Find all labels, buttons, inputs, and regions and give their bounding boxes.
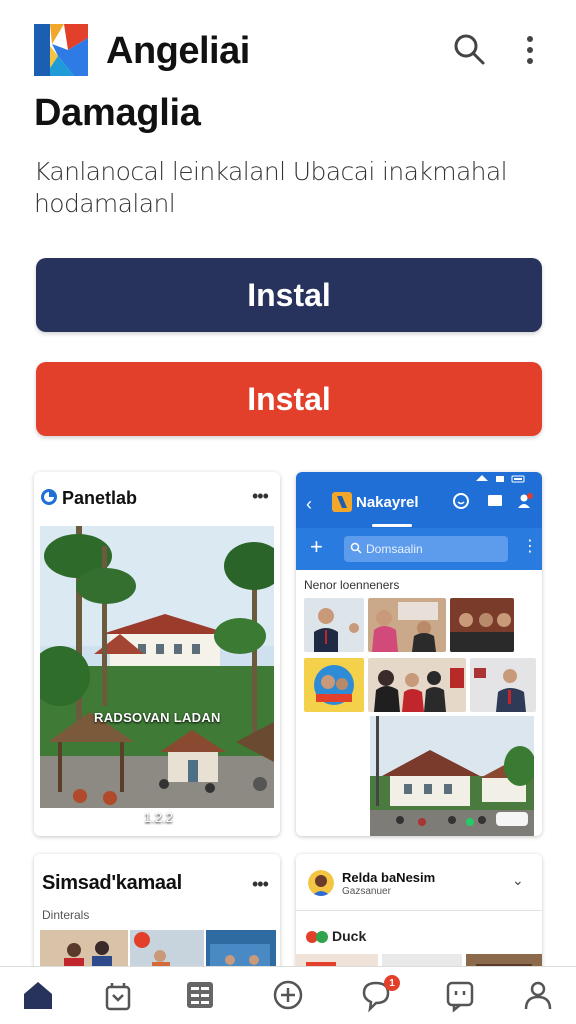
app-mark-icon — [41, 489, 57, 505]
status-icons — [476, 475, 525, 483]
home-icon[interactable] — [20, 977, 56, 1013]
resort-photo — [40, 526, 274, 808]
add-button[interactable]: + — [310, 536, 323, 558]
card-d-label: Duck — [332, 928, 367, 944]
card-c-subtitle: Dinterals — [42, 908, 90, 922]
photo-tile[interactable] — [368, 658, 466, 712]
avatar — [308, 870, 334, 896]
photo-tile[interactable] — [304, 598, 364, 652]
profile-icon[interactable] — [520, 977, 556, 1013]
preview-card-d[interactable]: Relda baNesim Gazsanuer ⌄ Duck — [296, 854, 542, 984]
card-c-menu-button[interactable]: ••• — [252, 874, 269, 895]
chevron-down-icon[interactable]: ⌄ — [512, 872, 524, 889]
preview-card-a[interactable]: Panetlab ••• RADSOVAN LADAN 1.2.2 — [34, 472, 280, 836]
page-title: Damaglia — [34, 92, 201, 134]
card-d-subtitle: Gazsanuer — [342, 886, 391, 897]
app-name: Angeliai — [106, 30, 250, 72]
reaction-badges-icon — [306, 931, 328, 943]
photo-tile[interactable] — [368, 598, 446, 652]
bag-icon[interactable] — [100, 977, 136, 1013]
more-vertical-icon[interactable] — [518, 34, 542, 66]
page-description: Kanlanocal leinkalanl Ubacai inakmahal h… — [34, 157, 508, 218]
card-a-menu-button[interactable]: ••• — [252, 486, 269, 507]
card-d-title: Relda baNesim — [342, 870, 436, 885]
app-logo-icon — [332, 492, 352, 512]
message-icon[interactable] — [486, 492, 504, 510]
grid-icon[interactable] — [182, 977, 218, 1013]
divider — [296, 910, 542, 911]
card-c-title: Simsad'kamaal — [42, 872, 182, 894]
inbox-icon[interactable] — [442, 977, 478, 1013]
app-title: Nakayrel — [356, 494, 419, 511]
add-icon[interactable] — [270, 977, 306, 1013]
photo-tile[interactable] — [304, 658, 364, 712]
photo-caption: RADSOVAN LADAN — [94, 710, 221, 725]
preview-card-b[interactable]: ‹ Nakayrel + Domsaalin ⋮ Nenor loennener… — [296, 472, 542, 836]
building-photo — [370, 716, 534, 836]
search-placeholder: Domsaalin — [366, 542, 423, 556]
back-button[interactable]: ‹ — [306, 494, 312, 515]
profile-alert-icon[interactable] — [516, 492, 534, 510]
smiley-icon[interactable] — [452, 492, 470, 510]
search-icon — [350, 542, 362, 554]
install-button-secondary[interactable]: Instal — [36, 362, 542, 436]
active-tab-indicator — [372, 524, 412, 527]
section-label: Nenor loenneners — [304, 578, 400, 592]
card-a-header: Panetlab ••• — [34, 472, 280, 524]
preview-card-c[interactable]: Simsad'kamaal ••• Dinterals — [34, 854, 280, 984]
status-bar — [296, 472, 542, 484]
install-button-primary[interactable]: Instal — [36, 258, 542, 332]
search-field[interactable]: Domsaalin — [344, 536, 508, 562]
photo-tile[interactable] — [450, 598, 514, 652]
photo-caption-secondary: 1.2.2 — [144, 810, 173, 825]
toolbar-more-button[interactable]: ⋮ — [522, 536, 538, 556]
card-a-title: Panetlab — [62, 488, 138, 508]
search-icon[interactable] — [452, 32, 486, 66]
notification-badge: 1 — [384, 975, 400, 991]
bottom-navigation: 1 — [0, 966, 576, 1024]
photo-tile[interactable] — [470, 658, 536, 712]
app-toolbar: + Domsaalin ⋮ — [296, 528, 542, 570]
app-header: ‹ Nakayrel — [296, 484, 542, 528]
brand-logo-icon — [34, 24, 88, 76]
top-bar: Angeliai — [0, 0, 576, 92]
